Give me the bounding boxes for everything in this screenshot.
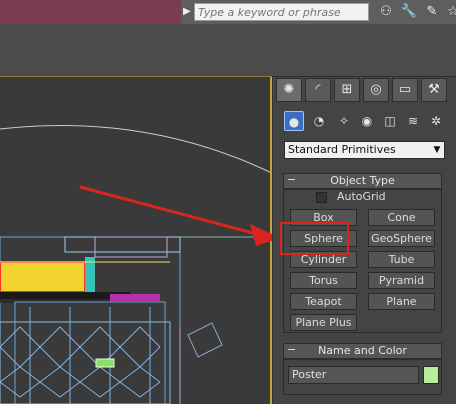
spacewarps-category-icon[interactable]: ≋: [403, 111, 423, 131]
chevron-down-icon[interactable]: ▼: [432, 144, 442, 156]
cameras-category-icon[interactable]: ◉: [357, 111, 377, 131]
star-icon[interactable]: ☆: [444, 3, 456, 21]
teapot-button[interactable]: Teapot: [290, 293, 357, 310]
sphere-highlight-box: [280, 222, 349, 255]
torus-button[interactable]: Torus: [290, 272, 357, 289]
frame-top: [64, 236, 181, 253]
frame-purple: [94, 236, 168, 258]
teal-object: [85, 257, 95, 295]
green-plate: [95, 358, 115, 368]
modify-tab-icon[interactable]: ◜: [305, 78, 331, 102]
name-color-rollout-header[interactable]: Name and Color: [283, 343, 442, 359]
systems-category-icon[interactable]: ✲: [426, 111, 446, 131]
main-toolbar: [0, 24, 456, 77]
helpers-category-icon[interactable]: ◫: [380, 111, 400, 131]
geometry-category-icon[interactable]: ●: [284, 111, 304, 131]
autogrid-checkbox[interactable]: [316, 192, 327, 203]
perspective-viewport[interactable]: [0, 77, 270, 404]
shapes-category-icon[interactable]: ◔: [309, 111, 329, 131]
display-tab-icon[interactable]: ▭: [392, 78, 418, 102]
search-input[interactable]: [194, 3, 369, 21]
cone-button[interactable]: Cone: [368, 209, 435, 226]
wrench-icon[interactable]: 🔧: [400, 3, 418, 21]
plane-plus-button[interactable]: Plane Plus: [290, 314, 357, 331]
hierarchy-tab-icon[interactable]: ⊞: [334, 78, 360, 102]
object-color-swatch[interactable]: [423, 366, 439, 384]
pin-icon[interactable]: ✎: [423, 3, 441, 21]
tilted-box: [187, 322, 223, 358]
utilities-tab-icon[interactable]: ⚒: [421, 78, 447, 102]
geosphere-button[interactable]: GeoSphere: [368, 230, 435, 247]
viewport-scene: [0, 124, 270, 404]
arc-spline: [0, 124, 270, 173]
pyramid-button[interactable]: Pyramid: [368, 272, 435, 289]
yellow-object: [0, 261, 86, 293]
inner-frame: [14, 301, 166, 404]
plane-button[interactable]: Plane: [368, 293, 435, 310]
collapse-icon[interactable]: −: [287, 173, 297, 187]
autogrid-label: AutoGrid: [337, 190, 386, 203]
object-name-field[interactable]: Poster: [288, 366, 419, 384]
create-tab-icon[interactable]: ✺: [276, 78, 302, 102]
tube-button[interactable]: Tube: [368, 251, 435, 268]
lights-category-icon[interactable]: ✧: [334, 111, 354, 131]
motion-tab-icon[interactable]: ◎: [363, 78, 389, 102]
binoculars-icon[interactable]: ⚇: [377, 3, 395, 21]
magenta-object: [110, 294, 160, 301]
pointer-arrow-line: [79, 185, 269, 239]
search-expand-icon[interactable]: ▶: [183, 3, 193, 21]
primitive-type-dropdown[interactable]: Standard Primitives: [284, 141, 445, 159]
collapse-icon[interactable]: −: [287, 343, 297, 357]
object-type-rollout-header[interactable]: Object Type: [283, 173, 442, 189]
